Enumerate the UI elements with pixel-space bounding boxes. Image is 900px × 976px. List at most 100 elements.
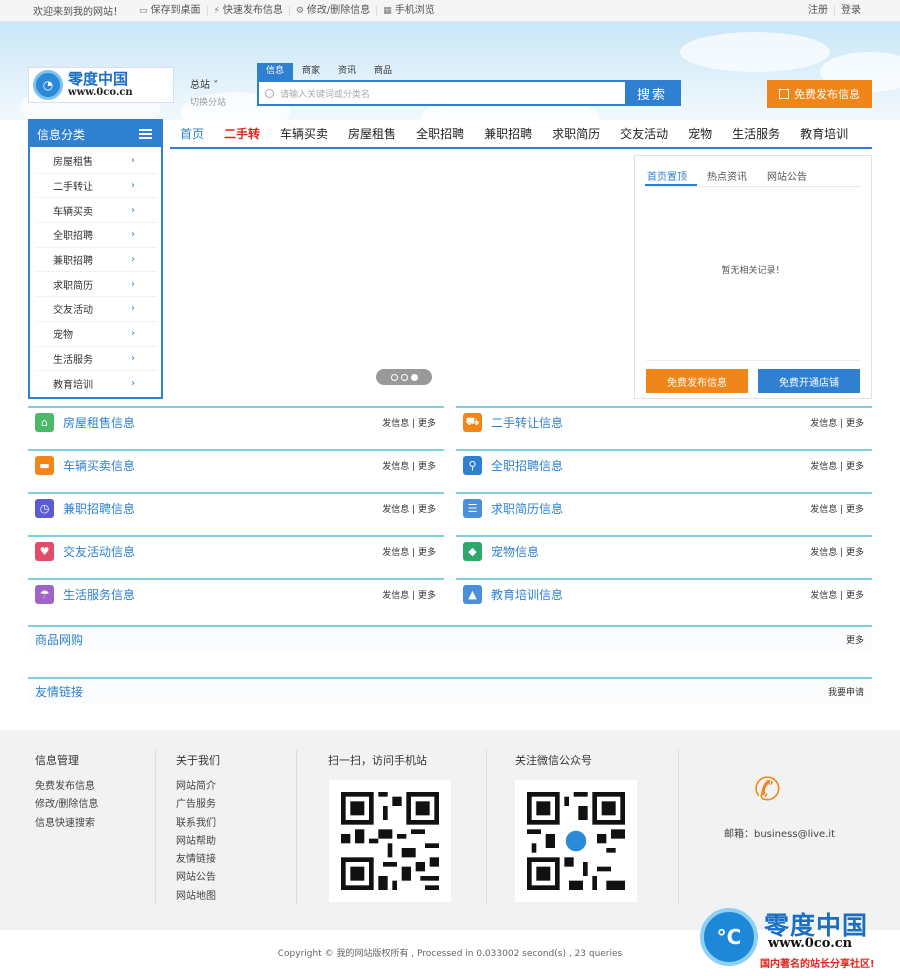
chevron-right-icon: › bbox=[131, 229, 135, 241]
category-block-pets: ◆ 宠物信息 发信息 | 更多 bbox=[456, 535, 872, 565]
search-tab-merchant[interactable]: 商家 bbox=[293, 63, 329, 80]
goods-more-link[interactable]: 更多 bbox=[846, 633, 864, 646]
search-input[interactable]: 请输入关键词或分类名 bbox=[259, 82, 625, 104]
category-more-links[interactable]: 发信息 | 更多 bbox=[382, 416, 436, 429]
search-tab-info[interactable]: 信息 bbox=[257, 63, 294, 80]
sidebar-item[interactable]: 全职招聘 › bbox=[36, 223, 157, 248]
nav-item[interactable]: 兼职招聘 bbox=[474, 125, 542, 142]
category-title[interactable]: 求职简历信息 bbox=[491, 500, 563, 517]
footer-link[interactable]: 修改/删除信息 bbox=[35, 796, 98, 814]
nav-item[interactable]: 房屋租售 bbox=[338, 125, 406, 142]
category-title[interactable]: 生活服务信息 bbox=[63, 586, 135, 603]
mobile-view-link[interactable]: ▦ 手机浏览 bbox=[376, 4, 441, 16]
footer-link[interactable]: 广告服务 bbox=[176, 796, 220, 814]
category-title[interactable]: 全职招聘信息 bbox=[491, 457, 563, 474]
login-link[interactable]: 登录 bbox=[834, 5, 867, 16]
open-shop-button[interactable]: 免费开通店铺 bbox=[758, 369, 860, 393]
free-publish-button[interactable]: 免费发布信息 bbox=[646, 369, 748, 393]
slider-dot-active[interactable] bbox=[410, 373, 418, 381]
category-more-links[interactable]: 发信息 | 更多 bbox=[382, 545, 436, 558]
cart-icon: ⛟ bbox=[463, 412, 482, 432]
sidebar-item[interactable]: 房屋租售 › bbox=[36, 149, 157, 174]
footer-link[interactable]: 网站公告 bbox=[176, 869, 220, 887]
sidebar-item[interactable]: 生活服务 › bbox=[36, 347, 157, 372]
search-tab-goods[interactable]: 商品 bbox=[365, 63, 401, 80]
nav-item[interactable]: 宠物 bbox=[678, 125, 722, 142]
category-more-links[interactable]: 发信息 | 更多 bbox=[810, 588, 864, 601]
sidebar-item[interactable]: 求职简历 › bbox=[36, 272, 157, 298]
search-button[interactable]: 搜索 bbox=[625, 82, 679, 104]
sidebar-item[interactable]: 车辆买卖 › bbox=[36, 198, 157, 224]
footer-link[interactable]: 网站地图 bbox=[176, 888, 220, 906]
footer-link[interactable]: 信息快速搜索 bbox=[35, 815, 98, 833]
top-links: ▭ 保存到桌面 ⚡ 快速发布信息 ⚙ 修改/删除信息 ▦ 手机浏览 bbox=[133, 4, 441, 16]
monitor-icon: ▭ bbox=[139, 5, 148, 16]
quick-publish-link[interactable]: ⚡ 快速发布信息 bbox=[206, 5, 289, 16]
category-more-links[interactable]: 发信息 | 更多 bbox=[810, 459, 864, 472]
sidebar-item[interactable]: 教育培训 › bbox=[36, 371, 157, 396]
category-title[interactable]: 兼职招聘信息 bbox=[63, 500, 135, 517]
footer: 信息管理 免费发布信息 修改/删除信息 信息快速搜索 关于我们 网站简介 广告服… bbox=[0, 730, 900, 930]
mobile-qr-code bbox=[329, 780, 451, 902]
sidebar-item[interactable]: 宠物 › bbox=[36, 322, 157, 347]
category-more-links[interactable]: 发信息 | 更多 bbox=[382, 459, 436, 472]
category-more-links[interactable]: 发信息 | 更多 bbox=[810, 502, 864, 515]
sidebar-item-label: 交友活动 bbox=[53, 305, 93, 317]
station-switch-label[interactable]: 切换分站 bbox=[190, 95, 226, 108]
search-placeholder: 请输入关键词或分类名 bbox=[280, 89, 371, 100]
site-logo[interactable]: ◔ 零度中国 www.0co.cn bbox=[28, 67, 174, 103]
nav-item[interactable]: 全职招聘 bbox=[406, 125, 474, 142]
nav-item[interactable]: 生活服务 bbox=[722, 125, 790, 142]
nav-item[interactable]: 交友活动 bbox=[610, 125, 678, 142]
nav-item[interactable]: 教育培训 bbox=[790, 125, 858, 142]
chevron-right-icon: › bbox=[131, 180, 135, 192]
footer-link[interactable]: 友情链接 bbox=[176, 851, 220, 869]
nav-item[interactable]: 求职简历 bbox=[542, 125, 610, 142]
register-link[interactable]: 注册 bbox=[802, 5, 834, 16]
search-tab-news[interactable]: 资讯 bbox=[329, 63, 365, 80]
logo-clock-icon: ◔ bbox=[33, 70, 63, 100]
gear-icon: ⚙ bbox=[295, 5, 304, 16]
goods-title[interactable]: 商品网购 bbox=[35, 631, 83, 648]
category-block-house: ⌂ 房屋租售信息 发信息 | 更多 bbox=[28, 406, 444, 436]
category-title[interactable]: 房屋租售信息 bbox=[63, 414, 135, 431]
sidebar-item[interactable]: 交友活动 › bbox=[36, 297, 157, 322]
category-title[interactable]: 宠物信息 bbox=[491, 543, 539, 560]
friend-links-section: 友情链接 我要申请 bbox=[28, 677, 872, 703]
publish-info-label: 免费发布信息 bbox=[794, 88, 860, 101]
footer-link[interactable]: 联系我们 bbox=[176, 815, 220, 833]
slider-dot[interactable] bbox=[400, 373, 408, 381]
sidebar-item[interactable]: 二手转让 › bbox=[36, 174, 157, 199]
category-more-links[interactable]: 发信息 | 更多 bbox=[382, 502, 436, 515]
save-to-desktop-link[interactable]: ▭ 保存到桌面 bbox=[133, 5, 207, 16]
category-title[interactable]: 交友活动信息 bbox=[63, 543, 135, 560]
category-more-links[interactable]: 发信息 | 更多 bbox=[382, 588, 436, 601]
sidebar-item[interactable]: 兼职招聘 › bbox=[36, 248, 157, 273]
tab-hot-news[interactable]: 热点资讯 bbox=[705, 168, 757, 186]
menu-icon[interactable] bbox=[139, 129, 152, 139]
banner-slider[interactable] bbox=[170, 154, 630, 398]
category-more-links[interactable]: 发信息 | 更多 bbox=[810, 545, 864, 558]
nav-item[interactable]: 车辆买卖 bbox=[270, 125, 338, 142]
link-label: 手机浏览 bbox=[394, 4, 435, 16]
nav-item-secondhand[interactable]: 二手转 bbox=[214, 125, 270, 142]
category-title[interactable]: 二手转让信息 bbox=[491, 414, 563, 431]
footer-link[interactable]: 网站帮助 bbox=[176, 833, 220, 851]
apply-link[interactable]: 我要申请 bbox=[828, 685, 864, 698]
sidebar-item-label: 教育培训 bbox=[53, 380, 93, 392]
footer-link[interactable]: 网站简介 bbox=[176, 778, 220, 796]
category-title[interactable]: 教育培训信息 bbox=[491, 586, 563, 603]
category-more-links[interactable]: 发信息 | 更多 bbox=[810, 416, 864, 429]
contact-email: 邮箱：business@live.it bbox=[724, 829, 836, 840]
tab-announcements[interactable]: 网站公告 bbox=[765, 168, 817, 186]
news-tabs: 首页置顶 热点资讯 网站公告 bbox=[645, 168, 861, 187]
tab-top-posts[interactable]: 首页置顶 bbox=[645, 168, 697, 186]
category-title[interactable]: 车辆买卖信息 bbox=[63, 457, 135, 474]
station-switcher[interactable]: 总站 ˅ 切换分站 bbox=[190, 76, 226, 108]
nav-item-home[interactable]: 首页 bbox=[170, 125, 214, 142]
qr-icon: ▦ bbox=[383, 5, 392, 16]
slider-dot[interactable] bbox=[390, 373, 398, 381]
edit-delete-link[interactable]: ⚙ 修改/删除信息 bbox=[288, 5, 376, 16]
publish-info-button[interactable]: 免费发布信息 bbox=[767, 80, 872, 108]
footer-link[interactable]: 免费发布信息 bbox=[35, 778, 98, 796]
